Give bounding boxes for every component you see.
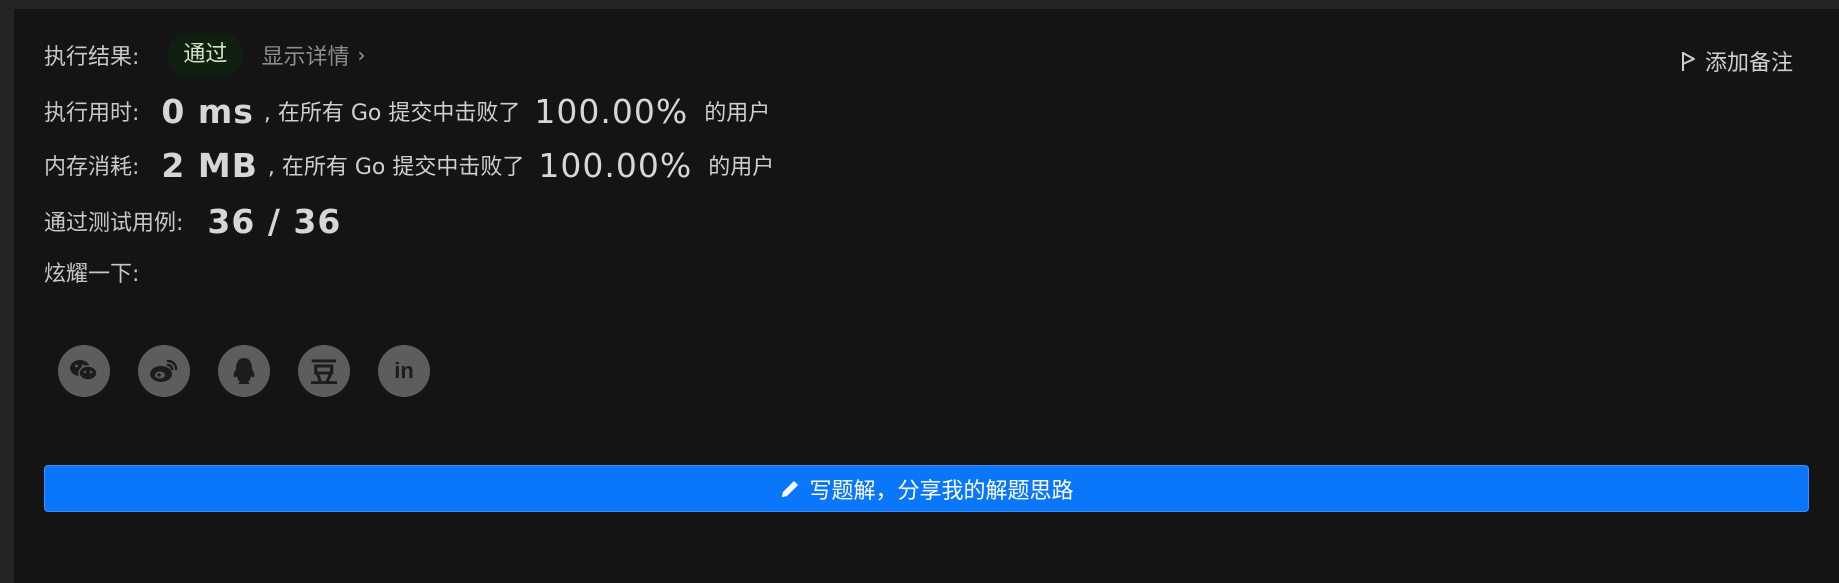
flag-icon [1681, 52, 1695, 71]
memory-label: 内存消耗: [44, 155, 140, 180]
status-badge: 通过 [167, 33, 244, 77]
runtime-value: 0 ms [161, 91, 254, 131]
show-details-label: 显示详情 [261, 45, 350, 70]
weibo-icon [150, 359, 178, 382]
result-row: 执行结果: 通过 显示详情 › [44, 33, 365, 77]
memory-percent: 100.00% [538, 145, 693, 185]
share-buttons: 豆 in [58, 345, 430, 397]
chevron-right-icon: › [357, 43, 366, 67]
add-note-button[interactable]: 添加备注 [1681, 45, 1793, 77]
tests-value: 36 / 36 [207, 201, 342, 241]
share-row-label: 炫耀一下: [44, 255, 139, 289]
qq-icon [233, 358, 255, 384]
memory-row: 内存消耗: 2 MB , 在所有 Go 提交中击败了 100.00% 的用户 [44, 143, 774, 187]
add-note-label: 添加备注 [1704, 51, 1793, 76]
share-wechat-button[interactable] [58, 345, 110, 397]
runtime-label: 执行用时: [44, 101, 140, 126]
runtime-text-before: , 在所有 Go 提交中击败了 [263, 101, 521, 126]
submission-result-panel: 执行结果: 通过 显示详情 › 添加备注 执行用时: 0 ms , 在所有 Go… [14, 9, 1839, 583]
write-solution-label: 写题解，分享我的解题思路 [809, 478, 1074, 504]
share-weibo-button[interactable] [138, 345, 190, 397]
show-details-link[interactable]: 显示详情 › [261, 39, 365, 71]
runtime-text-after: 的用户 [704, 101, 771, 126]
share-label: 炫耀一下: [44, 262, 140, 287]
share-douban-button[interactable]: 豆 [298, 345, 350, 397]
tests-label: 通过测试用例: [44, 211, 184, 236]
share-qq-button[interactable] [218, 345, 270, 397]
share-linkedin-button[interactable]: in [378, 345, 430, 397]
linkedin-icon: in [394, 358, 414, 383]
memory-value: 2 MB [161, 145, 258, 185]
runtime-percent: 100.00% [534, 91, 689, 131]
write-solution-button[interactable]: 写题解，分享我的解题思路 [44, 465, 1809, 512]
tests-row: 通过测试用例: 36 / 36 [44, 199, 341, 243]
wechat-icon [70, 360, 98, 381]
douban-icon: 豆 [309, 356, 338, 389]
memory-text-after: 的用户 [708, 155, 775, 180]
pencil-icon [782, 480, 799, 497]
memory-text-before: , 在所有 Go 提交中击败了 [267, 155, 525, 180]
runtime-row: 执行用时: 0 ms , 在所有 Go 提交中击败了 100.00% 的用户 [44, 89, 770, 133]
result-label: 执行结果: [44, 45, 140, 70]
